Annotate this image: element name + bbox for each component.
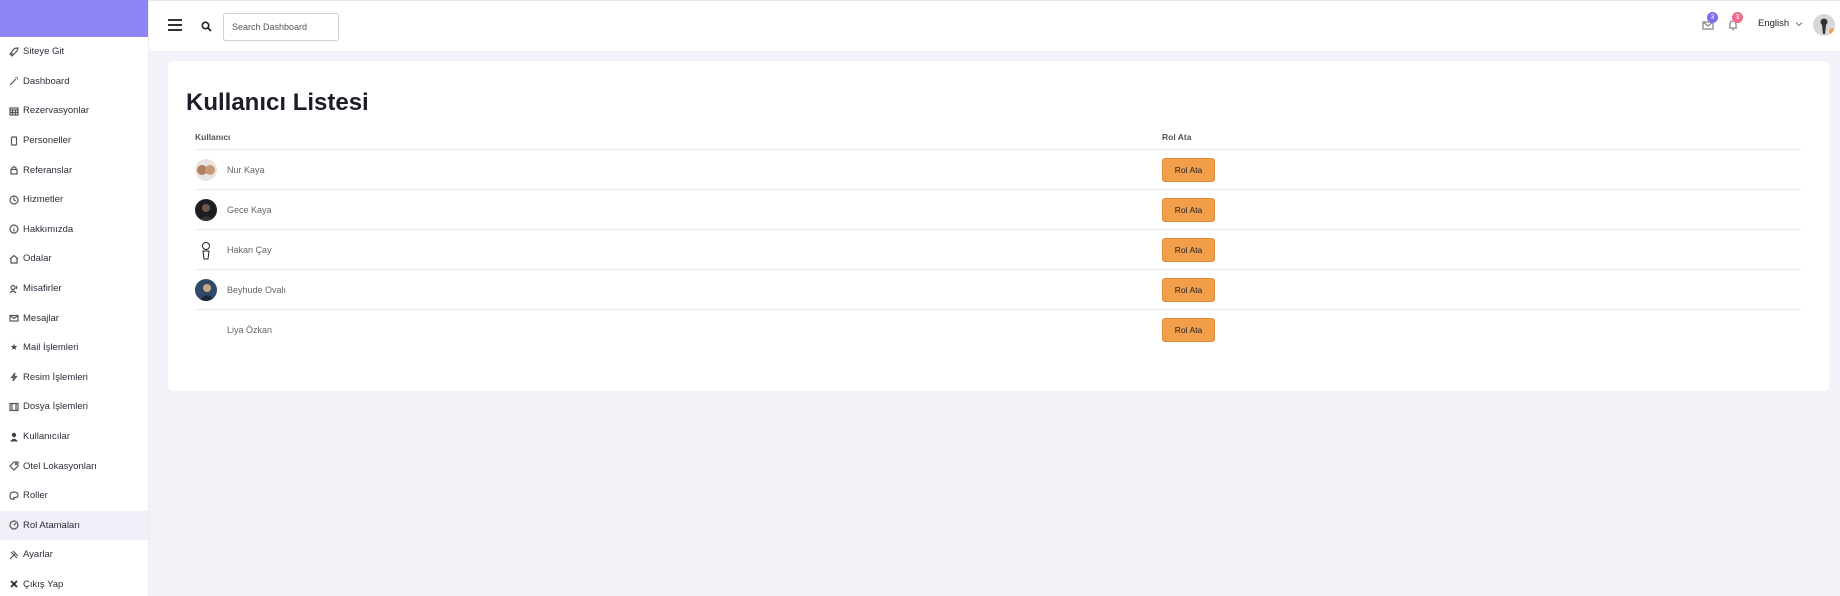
palette-icon: [9, 491, 19, 501]
sidebar: Siteye Git Dashboard Rezervasyonlar Pers…: [0, 0, 149, 596]
sidebar-item-label: Ayarlar: [23, 549, 53, 561]
assign-role-button[interactable]: Rol Ata: [1162, 237, 1215, 262]
assign-role-button[interactable]: Rol Ata: [1162, 277, 1215, 302]
star-icon: ★: [9, 342, 19, 353]
film-icon: [9, 402, 19, 412]
sidebar-item-label: Odalar: [23, 253, 52, 265]
tools-icon: [9, 550, 19, 560]
sidebar-item-label: Personeller: [23, 135, 72, 147]
sidebar-item-label: Siteye Git: [23, 46, 65, 58]
notification-button[interactable]: 3: [1727, 12, 1743, 31]
sidebar-item-label: Dashboard: [23, 75, 70, 87]
mail-icon: [9, 313, 19, 323]
rocket-icon: [9, 47, 19, 57]
table-row: Nur Kaya Rol Ata: [195, 150, 1801, 190]
table-row: Liya Özkan Rol Ata: [195, 310, 1801, 350]
user-name: Beyhude Ovalı: [227, 284, 287, 295]
sidebar-item-odalar[interactable]: Odalar: [0, 244, 148, 274]
notification-count-badge: 3: [1732, 12, 1743, 23]
sidebar-item-rol-atamalari[interactable]: Rol Atamaları: [0, 510, 148, 541]
user-avatar: [195, 158, 217, 181]
language-label: English: [1758, 18, 1790, 29]
user-name: Nur Kaya: [227, 164, 265, 175]
sidebar-item-label: Roller: [23, 490, 48, 502]
mail-count-badge: 3: [1707, 12, 1718, 23]
assign-role-button[interactable]: Rol Ata: [1162, 157, 1215, 182]
sidebar-item-cikis-yap[interactable]: Çıkış Yap: [0, 570, 148, 596]
topbar: 3 3 English: [149, 0, 1840, 51]
sidebar-item-rezervasyonlar[interactable]: Rezervasyonlar: [0, 96, 148, 126]
sidebar-item-dosya-islemleri[interactable]: Dosya İşlemleri: [0, 392, 148, 422]
user-avatar: [195, 278, 217, 301]
sidebar-item-hizmetler[interactable]: Hizmetler: [0, 185, 148, 215]
sidebar-item-label: Rol Atamaları: [23, 519, 81, 531]
online-status-dot: [1829, 28, 1835, 35]
sidebar-item-mail-islemleri[interactable]: ★ Mail İşlemleri: [0, 333, 148, 363]
bolt-icon: [9, 372, 19, 382]
column-header-role: Rol Ata: [1162, 132, 1192, 142]
user-name: Liya Özkan: [227, 325, 273, 335]
users-icon: [9, 284, 19, 294]
assign-role-button[interactable]: Rol Ata: [1162, 318, 1215, 342]
assign-role-button[interactable]: Rol Ata: [1162, 197, 1215, 222]
user-table: Kullanıcı Rol Ata Nur Kaya Rol Ata Gece …: [195, 125, 1801, 350]
brand-logo-area[interactable]: [0, 0, 148, 37]
user-avatar[interactable]: [1813, 14, 1835, 36]
sidebar-item-label: Hakkımızda: [23, 223, 74, 235]
lock-icon: [9, 165, 19, 175]
search-input[interactable]: [223, 13, 339, 41]
sidebar-item-label: Resim İşlemleri: [23, 371, 88, 383]
info-icon: [9, 224, 19, 234]
sidebar-item-hakkimizda[interactable]: Hakkımızda: [0, 215, 148, 245]
sidebar-item-label: Otel Lokasyonları: [23, 460, 97, 472]
sidebar-item-mesajlar[interactable]: Mesajlar: [0, 303, 148, 333]
sidebar-item-label: Referanslar: [23, 164, 73, 176]
table-header: Kullanıcı Rol Ata: [195, 125, 1801, 150]
sidebar-item-otel-lokasyonlari[interactable]: Otel Lokasyonları: [0, 451, 148, 481]
user-name: Hakan Çay: [227, 244, 272, 255]
sidebar-item-label: Çıkış Yap: [23, 578, 64, 590]
language-selector[interactable]: English: [1758, 18, 1803, 29]
page-title: Kullanıcı Listesi: [186, 89, 369, 116]
clock-icon: [9, 195, 19, 205]
home-icon: [9, 254, 19, 264]
x-icon: [9, 579, 19, 589]
sidebar-item-misafirler[interactable]: Misafirler: [0, 274, 148, 304]
phone-icon: [9, 135, 19, 146]
table-row: Gece Kaya Rol Ata: [195, 190, 1801, 230]
sidebar-item-resim-islemleri[interactable]: Resim İşlemleri: [0, 363, 148, 393]
user-avatar: [195, 319, 217, 341]
user-list-card: Kullanıcı Listesi Kullanıcı Rol Ata Nur …: [168, 61, 1829, 391]
sidebar-item-personeller[interactable]: Personeller: [0, 126, 148, 156]
column-header-user: Kullanıcı: [195, 132, 231, 142]
mail-button[interactable]: 3: [1702, 12, 1718, 30]
table-row: Beyhude Ovalı Rol Ata: [195, 270, 1801, 310]
sidebar-item-label: Dosya İşlemleri: [23, 401, 88, 413]
hamburger-menu-icon[interactable]: [168, 19, 182, 31]
sidebar-item-label: Mail İşlemleri: [23, 342, 79, 354]
chevron-down-icon: [1795, 21, 1803, 26]
sidebar-item-roller[interactable]: Roller: [0, 481, 148, 511]
table-row: Hakan Çay Rol Ata: [195, 230, 1801, 270]
calendar-icon: [9, 106, 19, 116]
user-icon: [9, 432, 19, 442]
search-icon[interactable]: [201, 21, 212, 32]
gauge-icon: [9, 520, 19, 530]
sidebar-nav: Siteye Git Dashboard Rezervasyonlar Pers…: [0, 37, 148, 596]
user-avatar: [195, 238, 217, 261]
sidebar-item-ayarlar[interactable]: Ayarlar: [0, 540, 148, 570]
sidebar-item-label: Rezervasyonlar: [23, 105, 89, 117]
sidebar-item-dashboard[interactable]: Dashboard: [0, 67, 148, 97]
sidebar-item-label: Mesajlar: [23, 312, 59, 324]
user-name: Gece Kaya: [227, 204, 272, 215]
sidebar-item-label: Misafirler: [23, 283, 62, 295]
sidebar-item-label: Hizmetler: [23, 194, 64, 206]
user-avatar: [195, 198, 217, 221]
sidebar-item-label: Kullanıcılar: [23, 431, 70, 443]
sidebar-item-siteye-git[interactable]: Siteye Git: [0, 37, 148, 67]
sidebar-item-referanslar[interactable]: Referanslar: [0, 155, 148, 185]
wand-icon: [9, 76, 19, 86]
sidebar-item-kullanicilar[interactable]: Kullanıcılar: [0, 422, 148, 452]
tag-icon: [9, 461, 19, 471]
